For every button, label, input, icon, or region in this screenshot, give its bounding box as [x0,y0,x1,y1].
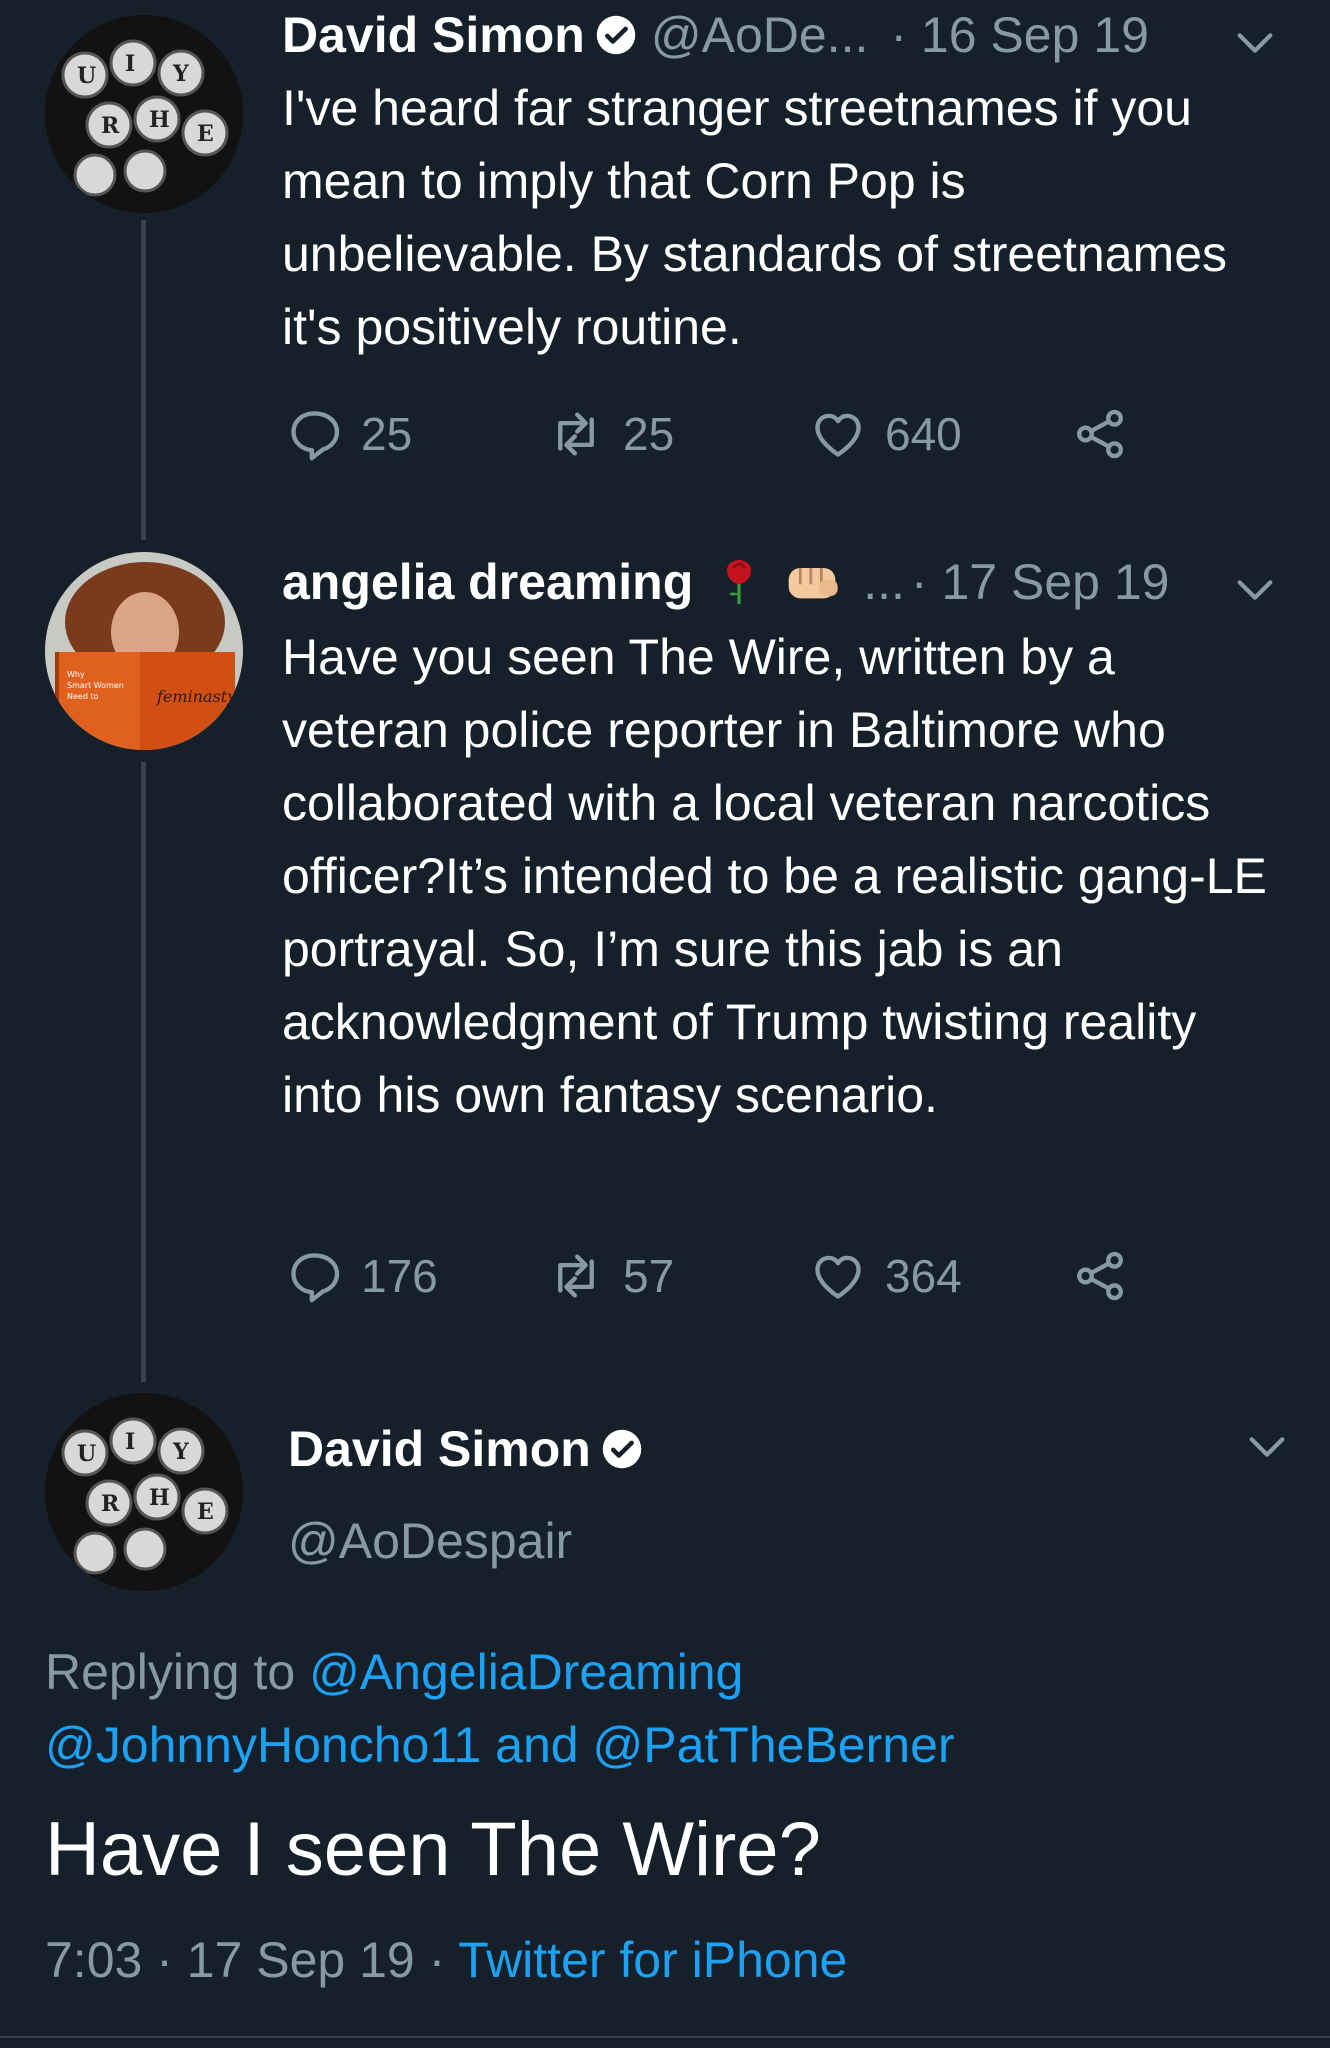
replying-to: Replying to @AngeliaDreaming @JohnnyHonc… [45,1636,1295,1782]
avatar[interactable]: Why Smart Women Need to feminasty [45,552,243,750]
tweet-text: I've heard far stranger streetnames if y… [282,80,1227,355]
retweet-count: 25 [623,408,675,460]
svg-text:E: E [197,121,214,147]
reply-button[interactable]: 176 [285,1247,547,1305]
reply-icon [291,1253,340,1303]
like-icon [815,1255,861,1299]
svg-text:U: U [77,63,96,89]
mention-link[interactable]: @AngeliaDreaming [309,1644,743,1700]
svg-text:feminasty: feminasty [156,687,237,706]
chevron-down-icon[interactable] [1244,1424,1290,1470]
svg-text:H: H [149,107,170,133]
svg-text:Y: Y [172,61,189,87]
verified-icon [602,1429,642,1469]
avatar[interactable]: U I Y R H E [45,1393,243,1591]
tweet-date[interactable]: · 17 Sep 19 [911,552,1170,612]
reply-button[interactable]: 25 [285,405,547,463]
tweet-source-link[interactable]: Twitter for iPhone [458,1932,847,1988]
svg-text:I: I [125,1429,135,1455]
main-tweet-text: Have I seen The Wire? [45,1807,821,1892]
tweet-actions: 176 57 364 [285,1247,1129,1305]
replying-to-label: Replying to [45,1644,296,1700]
svg-text:I: I [125,51,135,77]
reply-icon [291,411,340,461]
display-name[interactable]: David Simon [282,5,585,65]
reply-count: 25 [361,408,413,460]
share-icon [1077,1251,1123,1301]
avatar[interactable]: U I Y R H E [45,15,243,213]
tweet-meta: 7:03 · 17 Sep 19 · Twitter for iPhone [45,1925,847,1995]
tweet-header: angelia dreaming ... · 17 Sep 19 [282,552,1169,612]
handle[interactable]: @AoDe... [651,5,869,65]
display-name[interactable]: David Simon [288,1419,591,1479]
svg-text:U: U [77,1441,96,1467]
retweet-button[interactable]: 25 [547,405,809,463]
svg-text:R: R [101,113,120,139]
thread-line [141,220,146,540]
svg-text:Why: Why [67,670,85,679]
verified-icon [596,15,636,55]
handle[interactable]: ... [863,552,905,612]
svg-text:E: E [197,1499,214,1525]
svg-text:Need to: Need to [67,692,99,701]
tweet-header: David Simon @AoDe... · 16 Sep 19 [282,5,1149,65]
like-button[interactable]: 640 [809,405,1071,463]
svg-text:Y: Y [172,1439,189,1465]
retweet-count: 57 [623,1250,675,1302]
chevron-down-icon[interactable] [1232,567,1278,613]
display-name[interactable]: angelia dreaming [282,552,693,612]
reply-count: 176 [361,1250,438,1302]
tweet-timestamp: 7:03 · 17 Sep 19 · [45,1932,446,1988]
rose-emoji [727,560,752,604]
like-icon [815,413,861,457]
author-name-row: David Simon [288,1419,657,1479]
typewriter-keys-avatar: U I Y R H E [45,15,243,213]
thread-line [141,762,146,1382]
mention-link[interactable]: @PatTheBerner [592,1717,954,1773]
mention-link[interactable]: @JohnnyHoncho11 [45,1717,481,1773]
replying-and: and [495,1717,579,1773]
svg-text:R: R [101,1491,120,1517]
tweet-actions: 25 25 640 [285,405,1129,463]
svg-text:Smart Women: Smart Women [67,681,124,690]
like-count: 364 [885,1250,962,1302]
share-button[interactable] [1071,405,1129,463]
reader-with-book-avatar: Why Smart Women Need to feminasty [45,552,243,750]
like-button[interactable]: 364 [809,1247,1071,1305]
typewriter-keys-avatar: U I Y R H E [45,1393,243,1591]
like-count: 640 [885,408,962,460]
share-icon [1077,409,1123,459]
chevron-down-icon[interactable] [1232,20,1278,66]
retweet-icon [558,412,594,456]
retweet-icon [558,1254,594,1298]
share-button[interactable] [1071,1247,1129,1305]
handle[interactable]: @AoDespair [288,1511,572,1571]
fist-emoji [788,568,838,599]
retweet-button[interactable]: 57 [547,1247,809,1305]
tweet-text: Have you seen The Wire, written by a vet… [282,629,1267,1123]
tweet-date[interactable]: · 16 Sep 19 [890,5,1149,65]
svg-text:H: H [149,1485,170,1511]
divider [0,2036,1330,2038]
